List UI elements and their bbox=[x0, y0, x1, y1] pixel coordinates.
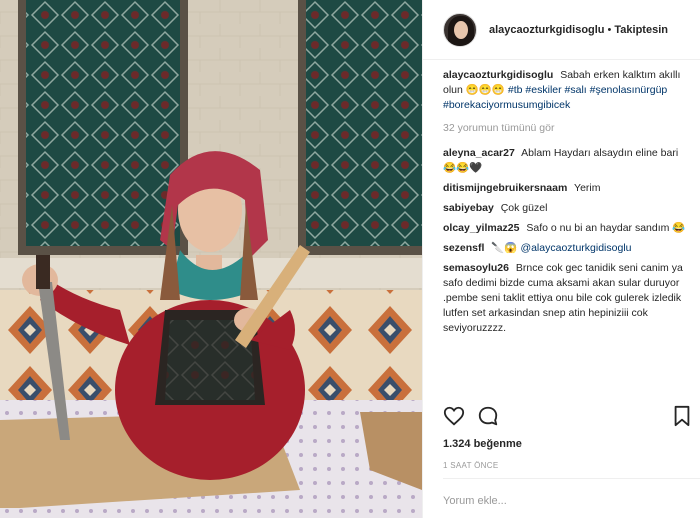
bookmark-icon[interactable] bbox=[671, 405, 693, 427]
comment-text: Çok güzel bbox=[500, 202, 548, 214]
photo-illustration bbox=[0, 0, 422, 518]
list-item: aleyna_acar27 Ablam Haydarı alsaydın eli… bbox=[443, 146, 693, 176]
header-text: alaycaozturkgidisoglu • Takiptesin bbox=[489, 24, 668, 36]
view-all-comments-link[interactable]: 32 yorumun tümünü gör bbox=[443, 121, 693, 136]
comment-username[interactable]: ditismijngebruikersnaam bbox=[443, 182, 567, 194]
avatar-face bbox=[454, 20, 468, 39]
header-separator: • bbox=[607, 23, 612, 36]
comment-username[interactable]: aleyna_acar27 bbox=[443, 147, 515, 159]
comment-username[interactable]: sezensfl bbox=[443, 242, 484, 254]
post-header: alaycaozturkgidisoglu • Takiptesin bbox=[423, 0, 700, 60]
list-item: ditismijngebruikersnaam Yerim bbox=[443, 181, 693, 196]
comment-text: Yerim bbox=[574, 182, 601, 194]
post-side-panel: alaycaozturkgidisoglu • Takiptesin alaycao… bbox=[422, 0, 700, 518]
header-username[interactable]: alaycaozturkgidisoglu bbox=[489, 24, 605, 36]
heart-icon[interactable] bbox=[443, 405, 465, 427]
post-photo[interactable] bbox=[0, 0, 422, 518]
comment-mention[interactable]: @alaycaozturkgidisoglu bbox=[520, 242, 631, 254]
list-item: semasoylu26 Brnce cok gec tanidik seni c… bbox=[443, 261, 693, 336]
likes-count[interactable]: 1.324 beğenme bbox=[443, 438, 522, 450]
caption: alaycaozturkgidisoglu Sabah erken kalktı… bbox=[443, 68, 693, 113]
comment-input[interactable] bbox=[443, 490, 683, 512]
divider bbox=[443, 478, 700, 479]
caption-username[interactable]: alaycaozturkgidisoglu bbox=[443, 69, 553, 81]
list-item: sabiyebay Çok güzel bbox=[443, 201, 693, 216]
post-timestamp: 1 SAAT ÖNCE bbox=[443, 461, 499, 470]
list-item: olcay_yilmaz25 Safo o nu bi an haydar sa… bbox=[443, 221, 693, 236]
post-actions bbox=[443, 405, 693, 429]
comment-username[interactable]: sabiyebay bbox=[443, 202, 494, 214]
follow-status-button[interactable]: Takiptesin bbox=[614, 24, 668, 36]
comment-text: 🔪😱 bbox=[491, 242, 518, 254]
comment-text: Safo o nu bi an haydar sandım 😂 bbox=[526, 222, 686, 234]
list-item: sezensfl 🔪😱 @alaycaozturkgidisoglu bbox=[443, 241, 693, 256]
comment-username[interactable]: semasoylu26 bbox=[443, 262, 509, 274]
comment-bubble-icon[interactable] bbox=[477, 405, 499, 427]
comment-username[interactable]: olcay_yilmaz25 bbox=[443, 222, 519, 234]
avatar[interactable] bbox=[443, 12, 477, 47]
instagram-post: alaycaozturkgidisoglu • Takiptesin alaycao… bbox=[0, 0, 700, 518]
comments-list[interactable]: alaycaozturkgidisoglu Sabah erken kalktı… bbox=[443, 68, 693, 396]
